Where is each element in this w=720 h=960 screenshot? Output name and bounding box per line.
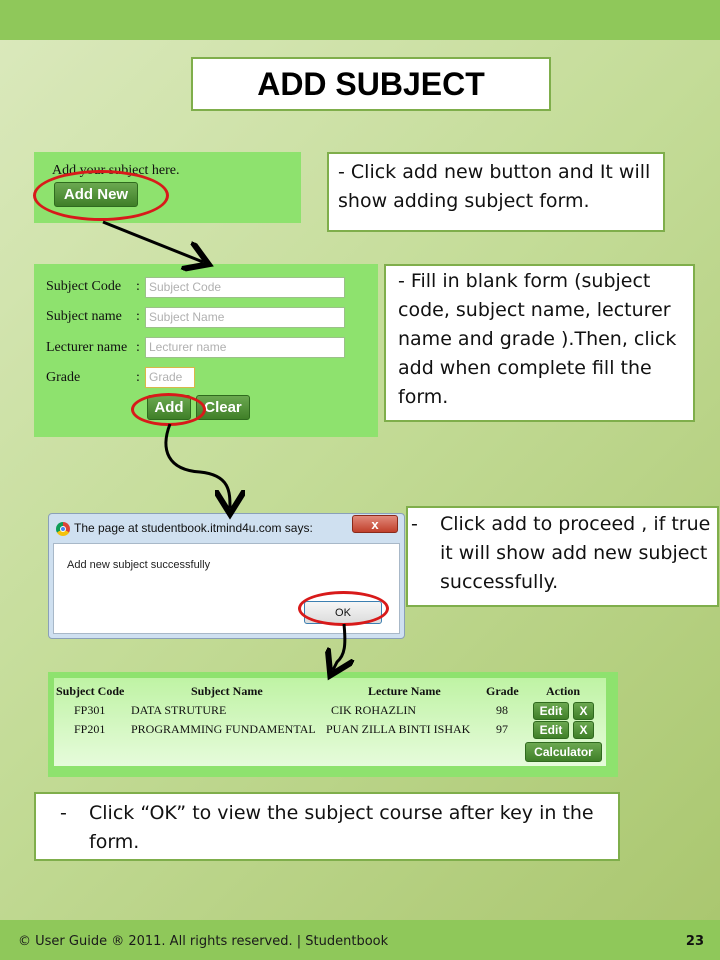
colon: : <box>136 279 140 294</box>
row2-lecturer: PUAN ZILLA BINTI ISHAK <box>326 722 471 736</box>
close-icon: x <box>371 516 379 532</box>
colon: : <box>136 340 140 355</box>
final-note-text: Click “OK” to view the subject course af… <box>89 802 594 853</box>
header-subject-code: Subject Code <box>56 684 125 698</box>
step2-note-text: - Fill in blank form (subject code, subj… <box>398 270 677 408</box>
calculator-button[interactable]: Calculator <box>525 742 602 762</box>
dialog-message: Add new subject successfully <box>67 559 211 571</box>
edit-button[interactable]: Edit <box>533 702 569 720</box>
row1-name: DATA STRUTURE <box>131 703 227 717</box>
step3-note-text: Click add to proceed , if true it will s… <box>440 513 711 593</box>
slide-title: ADD SUBJECT <box>191 57 551 111</box>
final-note-dash: - <box>60 802 67 824</box>
final-note: - Click “OK” to view the subject course … <box>34 792 620 861</box>
footer-copyright: © User Guide ® 2011. All rights reserved… <box>18 934 389 949</box>
highlight-ring-ok <box>298 591 389 626</box>
lecturer-name-input[interactable]: Lecturer name <box>145 337 345 358</box>
header-action: Action <box>546 684 580 698</box>
highlight-ring-add-new <box>33 170 169 221</box>
subject-table-panel: Subject Code Subject Name Lecture Name G… <box>48 672 618 777</box>
subject-code-input[interactable]: Subject Code <box>145 277 345 298</box>
dialog-title: The page at studentbook.itmind4u.com say… <box>74 521 313 535</box>
edit-button[interactable]: Edit <box>533 721 569 739</box>
delete-button[interactable]: X <box>573 721 594 739</box>
subject-name-input[interactable]: Subject Name <box>145 307 345 328</box>
delete-button[interactable]: X <box>573 702 594 720</box>
header-lecture-name: Lecture Name <box>368 684 441 698</box>
step2-note: - Fill in blank form (subject code, subj… <box>384 264 695 422</box>
row2-code: FP201 <box>74 722 106 736</box>
row2-name: PROGRAMMING FUNDAMENTAL <box>131 722 316 736</box>
subject-form-panel: Subject Code : Subject Code Subject name… <box>34 264 378 437</box>
row1-lecturer: CIK ROHAZLIN <box>331 703 416 717</box>
colon: : <box>136 370 140 385</box>
grade-label: Grade <box>46 370 81 385</box>
lecturer-name-label: Lecturer name <box>46 340 128 355</box>
step1-note-text: - Click add new button and It will show … <box>338 161 651 212</box>
browser-icon <box>56 522 70 536</box>
colon: : <box>136 309 140 324</box>
row2-grade: 97 <box>496 722 508 736</box>
grade-input[interactable]: Grade <box>145 367 195 388</box>
dialog-close-button[interactable]: x <box>352 515 398 533</box>
row1-grade: 98 <box>496 703 508 717</box>
highlight-ring-add <box>131 393 206 426</box>
step3-note: - Click add to proceed , if true it will… <box>406 506 719 607</box>
header-grade: Grade <box>486 684 519 698</box>
subject-code-label: Subject Code <box>46 279 122 294</box>
arrow-step1-to-form <box>102 220 203 262</box>
page-number: 23 <box>685 934 704 949</box>
top-bar <box>0 0 720 40</box>
row1-code: FP301 <box>74 703 106 717</box>
subject-name-label: Subject name <box>46 309 122 324</box>
header-subject-name: Subject Name <box>191 684 263 698</box>
step3-note-dash: - <box>411 513 418 535</box>
step1-note: - Click add new button and It will show … <box>327 152 665 232</box>
